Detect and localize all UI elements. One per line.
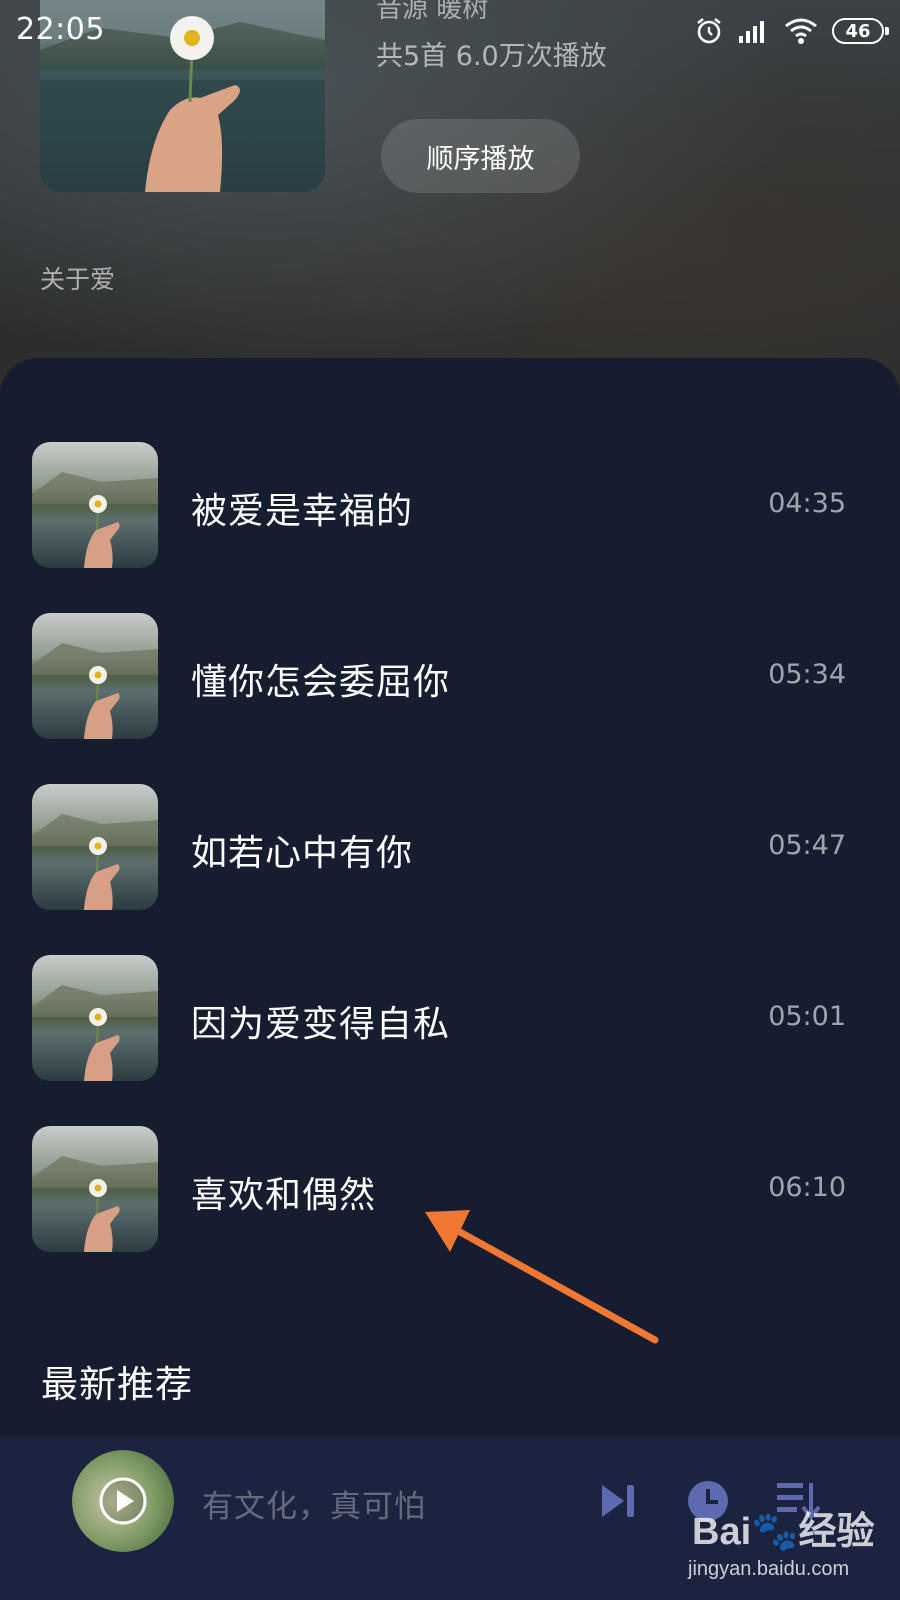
- status-bar: 22:05 46: [0, 0, 900, 60]
- song-duration: 06:10: [768, 1172, 846, 1203]
- battery-icon: 46: [832, 18, 889, 44]
- song-list-panel: 被爱是幸福的 04:35 懂你怎会委屈你 05:34 如若心中有你 05:47 …: [0, 358, 900, 1600]
- song-title: 懂你怎会委屈你: [191, 662, 451, 703]
- next-icon[interactable]: [598, 1481, 638, 1525]
- mini-player-title: 有文化，真可怕: [202, 1489, 426, 1525]
- song-thumbnail: [32, 613, 158, 739]
- song-title: 喜欢和偶然: [191, 1175, 377, 1216]
- song-duration: 05:34: [768, 659, 846, 690]
- song-thumbnail: [32, 1126, 158, 1252]
- song-duration: 05:01: [768, 1001, 846, 1032]
- mini-player-cover[interactable]: [72, 1450, 174, 1552]
- wifi-icon: [784, 17, 818, 45]
- song-duration: 05:47: [768, 830, 846, 861]
- song-title: 因为爱变得自私: [191, 1004, 451, 1045]
- song-title: 被爱是幸福的: [191, 491, 414, 532]
- status-time: 22:05: [16, 12, 105, 47]
- song-row[interactable]: 如若心中有你 05:47: [0, 784, 900, 910]
- play-order-button[interactable]: 顺序播放: [381, 119, 580, 193]
- song-row[interactable]: 因为爱变得自私 05:01: [0, 955, 900, 1081]
- song-thumbnail: [32, 784, 158, 910]
- section-title-latest: 最新推荐: [41, 1363, 193, 1406]
- watermark-url: jingyan.baidu.com: [688, 1558, 850, 1580]
- song-duration: 04:35: [768, 488, 846, 519]
- watermark-logo: Bai🐾经验: [692, 1511, 875, 1553]
- playlist-header: 音源 暖树 共5首 6.0万次播放 顺序播放 关于爱: [0, 0, 900, 420]
- playlist-description: 关于爱: [40, 265, 116, 294]
- song-thumbnail: [32, 955, 158, 1081]
- status-icons: 46: [694, 14, 889, 48]
- alarm-icon: [694, 16, 724, 46]
- signal-icon: [738, 18, 770, 44]
- song-title: 如若心中有你: [191, 833, 414, 874]
- song-row[interactable]: 懂你怎会委屈你 05:34: [0, 613, 900, 739]
- song-thumbnail: [32, 442, 158, 568]
- baidu-jingyan-watermark: Bai🐾经验 jingyan.baidu.com: [688, 1500, 888, 1590]
- song-row[interactable]: 被爱是幸福的 04:35: [0, 442, 900, 568]
- song-row[interactable]: 喜欢和偶然 06:10: [0, 1126, 900, 1252]
